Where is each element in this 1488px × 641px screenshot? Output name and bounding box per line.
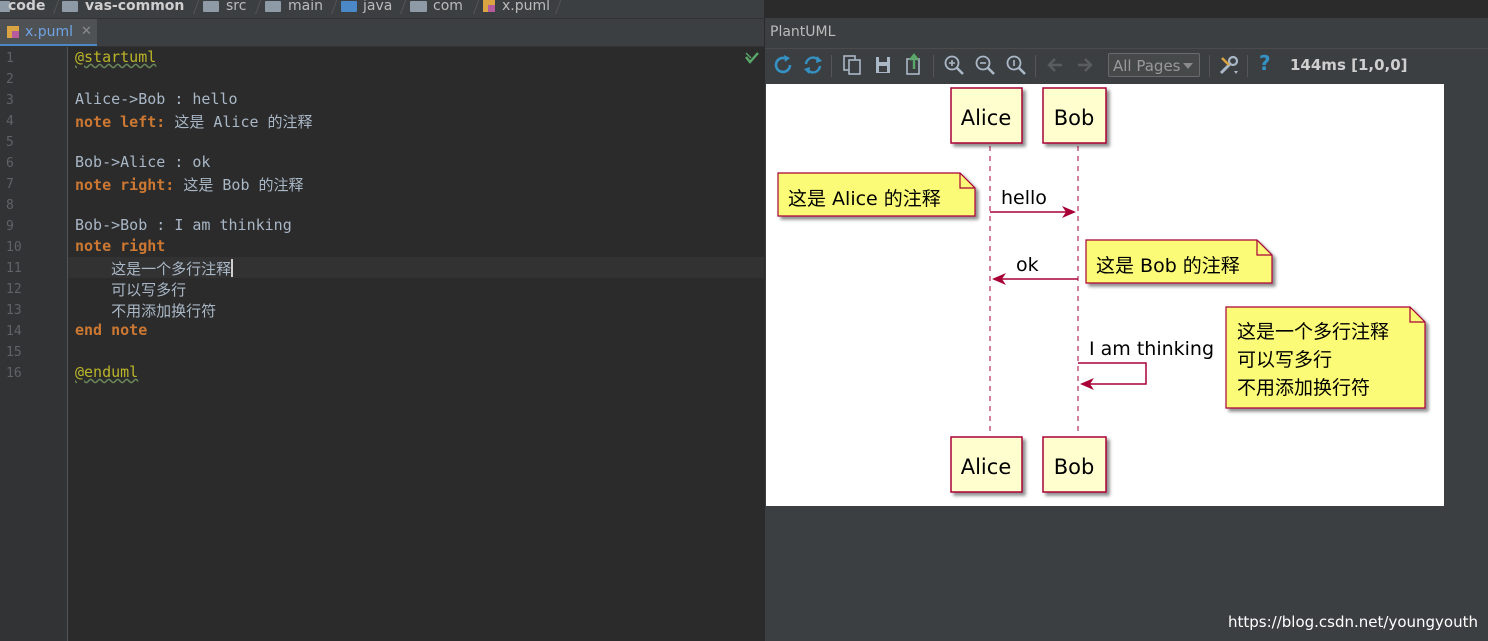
breadcrumb-item-vas-common[interactable]: vas-common bbox=[85, 0, 184, 18]
toolbar-separator bbox=[933, 55, 934, 77]
pages-select[interactable]: All Pages bbox=[1108, 53, 1200, 77]
breadcrumb-item-com[interactable]: com bbox=[433, 0, 463, 18]
sequence-diagram: Alice Bob Alice Bob hello 这是 Alice 的注释 o… bbox=[777, 87, 1426, 493]
line-number: 4 bbox=[6, 114, 14, 129]
help-icon[interactable]: ? bbox=[1259, 51, 1283, 75]
toolbar-separator bbox=[831, 55, 832, 77]
breadcrumb-separator bbox=[463, 0, 480, 14]
tab-x-puml[interactable]: x.puml ✕ bbox=[0, 19, 97, 46]
plantuml-panel: PlantUML All Pages ? 144ms [1,0,0] Alice… bbox=[764, 18, 1488, 641]
line-number: 15 bbox=[6, 345, 22, 360]
code-line-11: 这是一个多行注释 bbox=[75, 259, 233, 278]
inspection-ok-icon[interactable] bbox=[744, 50, 760, 66]
next-page-icon[interactable] bbox=[1073, 53, 1097, 77]
code-line-13: 不用添加换行符 bbox=[75, 302, 217, 320]
breadcrumb-separator bbox=[183, 0, 200, 14]
toolbar-separator bbox=[1247, 55, 1248, 77]
tab-label: x.puml bbox=[25, 24, 74, 40]
line-number: 14 bbox=[6, 324, 22, 339]
pages-select-value: All Pages bbox=[1113, 57, 1181, 75]
line-number: 7 bbox=[6, 177, 14, 192]
note-multiline-line: 这是一个多行注释 bbox=[1237, 321, 1389, 343]
auto-refresh-icon[interactable] bbox=[801, 53, 825, 77]
panel-title: PlantUML bbox=[770, 24, 836, 40]
code-line-3: Alice->Bob : hello bbox=[75, 90, 238, 108]
code-editor[interactable]: @startuml Alice->Bob : hello note left: … bbox=[68, 47, 764, 641]
code-line-7: note right: 这是 Bob 的注释 bbox=[75, 176, 304, 194]
copy-icon[interactable] bbox=[840, 53, 864, 77]
breadcrumb: code vas-common src main java com x.puml bbox=[0, 0, 764, 19]
breadcrumb-separator bbox=[245, 0, 262, 14]
participant-bob-label: Bob bbox=[1054, 455, 1095, 479]
breadcrumb-separator bbox=[43, 0, 60, 14]
plantuml-toolbar: All Pages ? 144ms [1,0,0] bbox=[765, 48, 1488, 82]
diagram-preview: Alice Bob Alice Bob hello 这是 Alice 的注释 o… bbox=[766, 84, 1444, 506]
chevron-down-icon bbox=[1183, 63, 1193, 69]
code-line-10: note right bbox=[75, 237, 166, 255]
code-line-9: Bob->Bob : I am thinking bbox=[75, 216, 292, 234]
line-number: 2 bbox=[6, 72, 14, 87]
breadcrumb-item-main[interactable]: main bbox=[288, 0, 323, 18]
note-bob-text: 这是 Bob 的注释 bbox=[1096, 255, 1240, 277]
previous-page-icon[interactable] bbox=[1043, 53, 1067, 77]
code-line-4: note left: 这是 Alice 的注释 bbox=[75, 113, 313, 131]
participant-alice-label: Alice bbox=[961, 106, 1012, 130]
code-line-1: @startuml bbox=[75, 48, 157, 66]
breadcrumb-item-file[interactable]: x.puml bbox=[502, 0, 550, 18]
package-icon bbox=[410, 1, 427, 12]
line-number: 1 bbox=[6, 51, 14, 66]
line-number: 16 bbox=[6, 366, 22, 381]
breadcrumb-separator bbox=[390, 0, 407, 14]
module-icon bbox=[62, 1, 78, 12]
line-number: 10 bbox=[6, 240, 22, 255]
message-label-thinking: I am thinking bbox=[1089, 338, 1214, 360]
breadcrumb-separator bbox=[321, 0, 338, 14]
render-timing: 144ms [1,0,0] bbox=[1290, 56, 1408, 74]
toolbar-separator bbox=[1209, 55, 1210, 77]
close-icon[interactable]: ✕ bbox=[81, 24, 92, 39]
participant-alice-label: Alice bbox=[961, 455, 1012, 479]
breadcrumb-item-java[interactable]: java bbox=[363, 0, 392, 18]
settings-tools-icon[interactable] bbox=[1217, 53, 1241, 77]
line-number: 6 bbox=[6, 156, 14, 171]
watermark-url: https://blog.csdn.net/youngyouth bbox=[1228, 613, 1478, 631]
code-line-6: Bob->Alice : ok bbox=[75, 153, 211, 171]
participant-bob-label: Bob bbox=[1054, 106, 1095, 130]
refresh-icon[interactable] bbox=[771, 53, 795, 77]
note-alice-text: 这是 Alice 的注释 bbox=[788, 188, 941, 210]
message-label-hello: hello bbox=[1001, 187, 1047, 209]
puml-file-icon bbox=[483, 0, 495, 12]
export-icon[interactable] bbox=[902, 53, 926, 77]
text-caret bbox=[231, 259, 233, 277]
zoom-in-icon[interactable] bbox=[942, 53, 966, 77]
breadcrumb-item-code[interactable]: code bbox=[8, 0, 45, 18]
toolbar-separator bbox=[1035, 55, 1036, 77]
line-number: 9 bbox=[6, 219, 14, 234]
code-line-14: end note bbox=[75, 321, 148, 339]
note-multiline-line: 不用添加换行符 bbox=[1237, 377, 1370, 399]
code-line-16: @enduml bbox=[75, 363, 139, 381]
note-multiline-line: 可以写多行 bbox=[1237, 349, 1332, 371]
line-number: 5 bbox=[6, 135, 14, 150]
line-number-gutter: 1 2 3 4 5 6 7 8 9 10 11 12 13 14 15 16 bbox=[0, 47, 68, 641]
editor-tab-bar: x.puml ✕ bbox=[0, 19, 764, 47]
breadcrumb-item-src[interactable]: src bbox=[226, 0, 246, 18]
source-folder-icon bbox=[341, 1, 357, 12]
puml-file-icon bbox=[7, 26, 19, 38]
code-line-12: 可以写多行 bbox=[75, 281, 187, 299]
actual-size-icon[interactable] bbox=[1004, 53, 1028, 77]
line-number: 13 bbox=[6, 303, 22, 318]
line-number: 8 bbox=[6, 198, 14, 213]
message-label-ok: ok bbox=[1016, 254, 1039, 276]
folder-icon bbox=[203, 1, 219, 12]
save-icon[interactable] bbox=[871, 53, 895, 77]
zoom-out-icon[interactable] bbox=[973, 53, 997, 77]
line-number: 12 bbox=[6, 282, 22, 297]
folder-icon bbox=[265, 1, 281, 12]
line-number: 11 bbox=[6, 261, 22, 276]
line-number: 3 bbox=[6, 93, 14, 108]
